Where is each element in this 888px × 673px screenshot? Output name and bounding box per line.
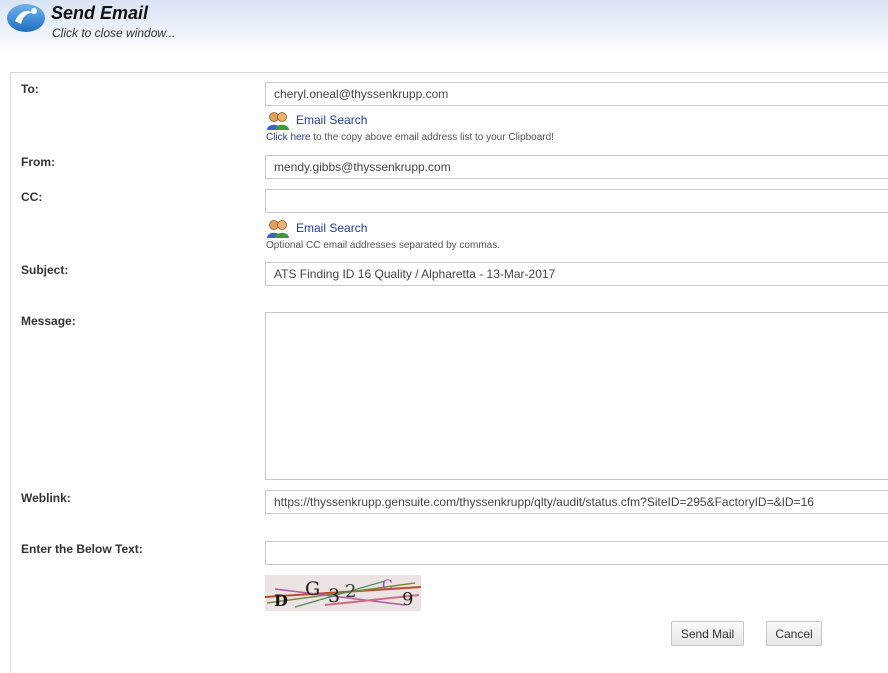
close-window-hint[interactable]: Click to close window... xyxy=(52,26,175,40)
captcha-glyph: D xyxy=(274,591,288,610)
email-search-link[interactable]: Email Search xyxy=(296,221,367,235)
clipboard-hint: Click here to the copy above email addre… xyxy=(266,132,554,143)
from-label: From: xyxy=(21,155,55,169)
subject-field[interactable]: ATS Finding ID 16 Quality / Alpharetta -… xyxy=(265,262,888,286)
cc-hint: Optional CC email addresses separated by… xyxy=(266,240,500,251)
email-search-link[interactable]: Email Search xyxy=(296,113,367,127)
cancel-button[interactable]: Cancel xyxy=(766,621,822,646)
captcha-graphic: D G 3 2 C 9 xyxy=(265,575,421,611)
weblink-field[interactable]: https://thyssenkrupp.gensuite.com/thysse… xyxy=(265,490,888,514)
people-icon xyxy=(267,220,289,238)
captcha-glyph: 2 xyxy=(345,581,356,602)
captcha-label: Enter the Below Text: xyxy=(21,542,143,556)
to-field[interactable]: cheryl.oneal@thyssenkrupp.com xyxy=(265,82,888,106)
cc-field[interactable] xyxy=(265,189,888,213)
app-logo-icon xyxy=(7,4,45,32)
from-field[interactable]: mendy.gibbs@thyssenkrupp.com xyxy=(265,155,888,179)
message-label: Message: xyxy=(21,314,76,328)
window-header[interactable]: Send Email Click to close window... xyxy=(0,0,888,56)
captcha-glyph: 3 xyxy=(328,585,340,607)
clipboard-link[interactable]: Click here xyxy=(266,132,310,143)
to-label: To: xyxy=(21,82,39,96)
captcha-glyph: G xyxy=(305,578,320,600)
send-mail-button[interactable]: Send Mail xyxy=(671,621,744,646)
people-icon xyxy=(267,112,289,130)
subject-label: Subject: xyxy=(21,263,69,277)
captcha-glyph: C xyxy=(382,578,393,594)
page-title: Send Email xyxy=(51,3,149,23)
cc-label: CC: xyxy=(21,190,43,204)
captcha-input[interactable] xyxy=(265,541,888,565)
captcha-image: D G 3 2 C 9 xyxy=(265,575,421,611)
captcha-glyph: 9 xyxy=(402,589,413,610)
clipboard-text: to the copy above email address list to … xyxy=(310,132,554,143)
weblink-label: Weblink: xyxy=(21,491,71,505)
message-textarea[interactable] xyxy=(265,312,888,480)
